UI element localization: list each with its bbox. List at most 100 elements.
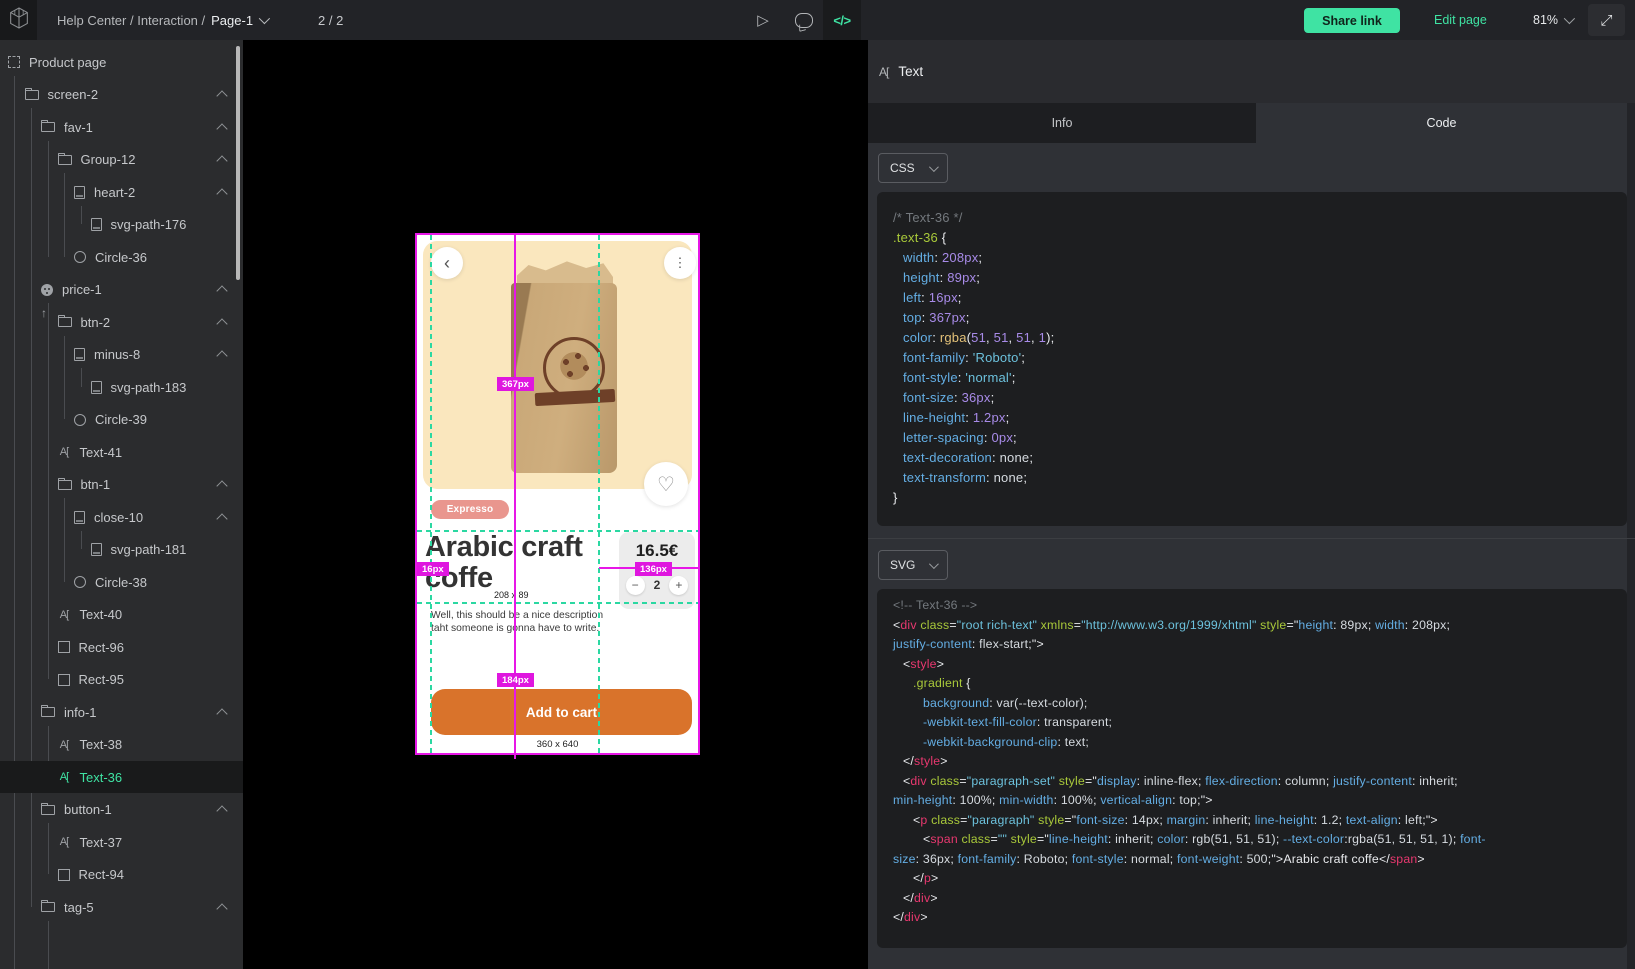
svg-format-dropdown[interactable]: SVG — [878, 550, 948, 580]
chevron-up-icon[interactable] — [216, 481, 227, 492]
svg-icon — [91, 381, 102, 394]
frame-icon — [8, 56, 20, 68]
code-mode-button[interactable]: </> — [823, 0, 861, 40]
plus-button[interactable]: + — [669, 576, 688, 595]
sidebar-item-fav-1[interactable]: fav-1 — [0, 111, 243, 144]
svg-code-block: <!-- Text-36 --><div class="root rich-te… — [877, 589, 1627, 948]
chevron-up-icon[interactable] — [216, 123, 227, 134]
sidebar-item-text-37[interactable]: A[Text-37 — [0, 826, 243, 859]
edit-page-link[interactable]: Edit page — [1434, 0, 1487, 40]
inspector-header: A[ Text — [868, 40, 1635, 103]
sidebar-item-heart-2[interactable]: heart-2 — [0, 176, 243, 209]
chevron-up-icon[interactable] — [216, 708, 227, 719]
sidebar-item-rect-94[interactable]: Rect-94 — [0, 858, 243, 891]
sidebar-item-btn-1[interactable]: btn-1 — [0, 468, 243, 501]
sidebar-item-minus-8[interactable]: minus-8 — [0, 338, 243, 371]
instance-arrow-icon: ↑ — [41, 306, 47, 320]
comment-icon — [795, 13, 813, 28]
share-link-button[interactable]: Share link — [1304, 8, 1400, 33]
design-canvas[interactable]: ‹ ⋮ ♡ Expresso Arabic craft coffe 208 x … — [243, 40, 868, 969]
favorite-button[interactable]: ♡ — [644, 462, 688, 506]
category-tag[interactable]: Expresso — [431, 500, 509, 519]
chevron-up-icon[interactable] — [216, 188, 227, 199]
layer-label: heart-2 — [94, 185, 135, 200]
chevron-up-icon[interactable] — [216, 351, 227, 362]
zoom-level-dropdown[interactable]: 81% — [1533, 0, 1572, 40]
sidebar-item-btn-2[interactable]: btn-2 — [0, 306, 243, 339]
chevron-up-icon[interactable] — [216, 91, 227, 102]
chevron-up-icon[interactable] — [216, 156, 227, 167]
chevron-up-icon[interactable] — [216, 318, 227, 329]
sidebar-scrollbar[interactable] — [236, 46, 240, 280]
panel-scrollbar-track[interactable] — [1627, 103, 1635, 969]
more-options-button[interactable]: ⋮ — [664, 247, 696, 279]
add-to-cart-button[interactable]: Add to cart — [431, 689, 692, 735]
chevron-up-icon[interactable] — [216, 903, 227, 914]
sidebar-item-text-38[interactable]: A[Text-38 — [0, 728, 243, 761]
code-line: text-decoration: none; — [887, 448, 1627, 468]
sidebar-item-rect-95[interactable]: Rect-95 — [0, 663, 243, 696]
sidebar-item-circle-39[interactable]: Circle-39 — [0, 403, 243, 436]
inspector-tabs: Info Code — [868, 103, 1635, 143]
product-description: Well, this should be a nice description … — [431, 610, 636, 635]
layer-label: Text-41 — [80, 445, 123, 460]
code-line: <!-- Text-36 --> — [877, 596, 1627, 616]
sidebar-item-price-1[interactable]: price-1 — [0, 273, 243, 306]
minus-button[interactable]: − — [626, 576, 645, 595]
sidebar-item-screen-2[interactable]: screen-2 — [0, 78, 243, 111]
tab-code[interactable]: Code — [1256, 103, 1627, 143]
layer-label: Text-36 — [80, 770, 123, 785]
measure-badge-top: 367px — [497, 377, 534, 391]
folder-icon — [58, 155, 72, 165]
sidebar-item-info-1[interactable]: info-1 — [0, 696, 243, 729]
selection-size-label: 208 x 89 — [494, 590, 529, 600]
layer-label: price-1 — [62, 282, 102, 297]
guide-dashed-title-top — [417, 530, 698, 532]
code-line: </div> — [877, 908, 1627, 928]
folder-icon — [41, 902, 55, 912]
svg-icon — [74, 348, 85, 361]
comment-button[interactable] — [789, 0, 819, 40]
code-line: left: 16px; — [887, 288, 1627, 308]
layer-label: info-1 — [64, 705, 97, 720]
layers-sidebar: Product pagescreen-2fav-1 Group-12 heart-2… — [0, 40, 243, 969]
sidebar-item-rect-96[interactable]: Rect-96 — [0, 631, 243, 664]
chevron-up-icon[interactable] — [216, 513, 227, 524]
code-line: -webkit-text-fill-color: transparent; — [907, 713, 1627, 733]
sidebar-item-button-1[interactable]: button-1 — [0, 793, 243, 826]
product-page-frame: ‹ ⋮ ♡ Expresso Arabic craft coffe 208 x … — [415, 233, 700, 755]
sidebar-item-text-40[interactable]: A[Text-40 — [0, 598, 243, 631]
sidebar-item-svg-path-181[interactable]: svg-path-181 — [0, 533, 243, 566]
css-format-dropdown[interactable]: CSS — [878, 153, 948, 183]
sidebar-item-svg-path-183[interactable]: svg-path-183 — [0, 371, 243, 404]
sidebar-item-product page[interactable]: Product page — [0, 46, 243, 79]
fullscreen-button[interactable]: ⤢ — [1588, 4, 1625, 36]
sidebar-item-circle-36[interactable]: Circle-36 — [0, 241, 243, 274]
sidebar-item-circle-38[interactable]: Circle-38 — [0, 566, 243, 599]
chevron-up-icon[interactable] — [216, 286, 227, 297]
layer-label: Circle-39 — [95, 412, 147, 427]
sidebar-item-text-41[interactable]: A[Text-41 — [0, 436, 243, 469]
product-title: Arabic craft coffe — [425, 532, 597, 594]
chevron-left-icon: ‹ — [444, 253, 450, 274]
sidebar-item-tag-5[interactable]: tag-5 — [0, 891, 243, 924]
back-button[interactable]: ‹ — [431, 247, 463, 279]
frame-size-label: 360 x 640 — [417, 739, 698, 750]
layer-label: Rect-95 — [79, 672, 125, 687]
rect-icon — [58, 869, 70, 881]
play-button[interactable]: ▷ — [748, 0, 778, 40]
breadcrumb[interactable]: Help Center / Interaction / Page-1 — [57, 0, 267, 40]
sidebar-item-close-10[interactable]: close-10 — [0, 501, 243, 534]
tab-info[interactable]: Info — [868, 103, 1256, 143]
code-line: <span class="" style="line-height: inher… — [907, 830, 1627, 850]
sidebar-item-svg-path-176[interactable]: svg-path-176 — [0, 208, 243, 241]
code-line: font-style: 'normal'; — [887, 368, 1627, 388]
sidebar-item-text-36[interactable]: A[Text-36 — [0, 761, 243, 794]
code-line: -webkit-background-clip: text; — [907, 733, 1627, 753]
layer-label: Group-12 — [81, 152, 136, 167]
guide-dashed-title-bottom — [417, 602, 698, 604]
chevron-up-icon[interactable] — [216, 806, 227, 817]
app-logo[interactable] — [0, 0, 37, 40]
layer-label: Text-40 — [80, 607, 123, 622]
sidebar-item-group-12[interactable]: Group-12 — [0, 143, 243, 176]
